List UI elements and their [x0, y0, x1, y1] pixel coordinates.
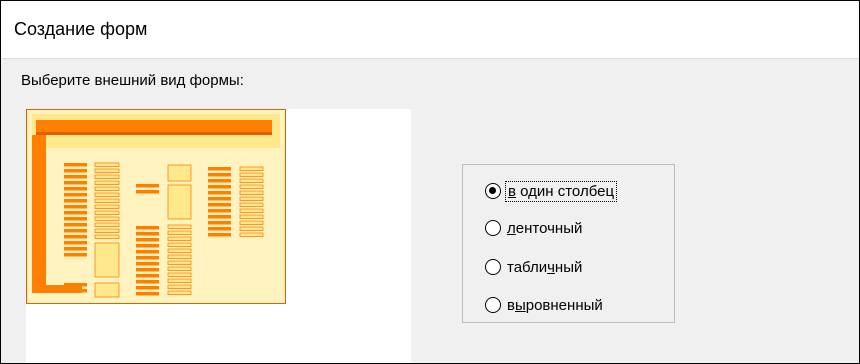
option-tabular-label[interactable]: ленточный: [505, 219, 584, 238]
option-tabular[interactable]: ленточный: [485, 217, 584, 239]
layout-prompt: Выберите внешний вид формы:: [21, 72, 244, 89]
layout-preview-panel: [26, 109, 411, 363]
option-columnar-label[interactable]: в один столбец: [505, 180, 618, 202]
window-title: Создание форм: [14, 19, 148, 39]
form-wizard-window: Создание форм Выберите внешний вид формы…: [0, 0, 860, 364]
layout-options-group: в один столбец ленточный табличный выров…: [462, 164, 675, 323]
radio-columnar[interactable]: [485, 183, 501, 199]
option-datasheet-label[interactable]: табличный: [505, 258, 584, 277]
radio-datasheet[interactable]: [485, 259, 501, 275]
radio-tabular[interactable]: [485, 220, 501, 236]
option-justified-label[interactable]: выровненный: [505, 296, 605, 315]
option-justified[interactable]: выровненный: [485, 294, 605, 316]
form-layout-preview-image: [26, 109, 286, 304]
title-bar: Создание форм: [1, 1, 859, 59]
radio-justified[interactable]: [485, 297, 501, 313]
option-datasheet[interactable]: табличный: [485, 256, 584, 278]
option-columnar[interactable]: в один столбец: [485, 180, 618, 202]
